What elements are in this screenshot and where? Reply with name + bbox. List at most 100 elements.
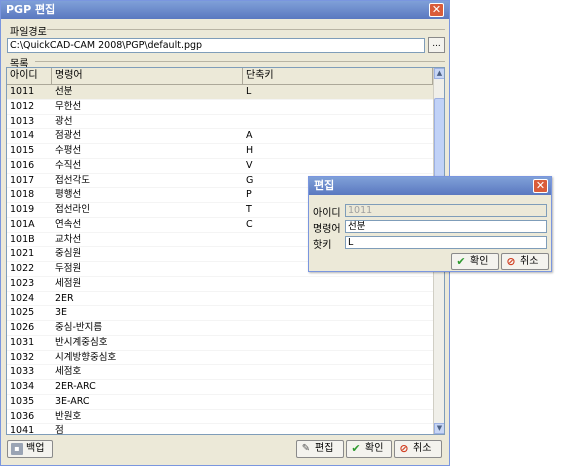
column-header-command[interactable]: 명령어 [52,68,243,85]
path-group-divider [47,29,445,30]
dialog-cancel-label: 취소 [520,255,539,267]
table-row[interactable]: 1035 3E-ARC [7,395,433,410]
id-field: 1011 [345,204,547,217]
cell-id: 1033 [10,366,35,378]
hotkey-field[interactable]: L [345,236,547,249]
cell-id: 1022 [10,263,35,274]
cell-command: 접선라인 [55,204,90,215]
cell-id: 1026 [10,322,35,333]
cell-id: 1031 [10,336,35,348]
dialog-ok-label: 확인 [470,255,489,267]
file-path-field[interactable]: C:\QuickCAD-CAM 2008\PGP\default.pgp [7,38,425,53]
column-header-key[interactable]: 단축키 [243,68,433,85]
table-row[interactable]: 1024 2ER [7,292,433,307]
cell-id: 1023 [10,277,35,289]
cell-command: 2ER-ARC [55,381,96,392]
cell-id: 1024 [10,292,35,304]
cancel-icon: ⊘ [506,254,516,268]
window-title: PGP 편집 [6,3,56,16]
disk-icon: ▪ [11,443,23,455]
cell-key: A [246,130,253,142]
table-row[interactable]: 1026 중심-반지름 [7,321,433,336]
cell-id: 1032 [10,351,35,363]
cell-key: L [246,86,252,97]
list-group-divider [35,61,445,62]
cell-command: 연속선 [55,218,82,230]
cell-id: 1015 [10,145,35,156]
scroll-up-icon[interactable]: ▲ [434,68,444,79]
table-row[interactable]: 1031 반시계중심호 [7,336,433,351]
table-row[interactable]: 1036 반원호 [7,410,433,425]
cell-id: 101B [10,233,35,245]
scroll-down-icon[interactable]: ▼ [434,423,444,434]
check-icon: ✔ [456,254,466,268]
table-row[interactable]: 1015 수평선 H [7,144,433,159]
ok-button[interactable]: ✔ 확인 [346,440,392,458]
cell-command: 접선각도 [55,174,90,186]
browse-button[interactable]: ... [428,37,445,53]
path-group-label: 파일경로 [10,27,47,38]
cell-id: 1013 [10,115,35,127]
cell-id: 1021 [10,248,35,260]
cell-command: 평행선 [55,189,82,201]
table-row[interactable]: 1013 광선 [7,115,433,130]
edit-label: 편집 [315,443,334,454]
ok-label: 확인 [365,443,384,454]
table-row[interactable]: 1014 점광선 A [7,129,433,144]
cell-id: 1035 [10,395,35,407]
cell-id: 1016 [10,159,35,171]
dialog-cancel-button[interactable]: ⊘ 취소 [501,253,549,270]
cell-command: 2ER [55,292,74,304]
cell-command: 시계방향중심호 [55,351,117,363]
table-row[interactable]: 1016 수직선 V [7,159,433,174]
backup-button[interactable]: ▪ 백업 [7,440,53,458]
dialog-close-icon[interactable]: ✕ [533,179,548,193]
check-icon: ✔ [351,442,361,455]
window-title-bar: PGP 편집 [1,1,449,19]
cell-id: 1034 [10,381,35,392]
table-row[interactable]: 1032 시계방향중심호 [7,351,433,366]
dialog-title: 편집 [314,179,335,192]
cell-command: 중심-반지름 [55,322,103,333]
cell-command: 점 [55,425,64,435]
cell-id: 1019 [10,204,35,215]
cell-id: 1025 [10,307,35,319]
cell-command: 두점원 [55,263,82,274]
dialog-title-bar: 편집 [309,177,551,195]
cell-id: 1036 [10,410,35,422]
table-row[interactable]: 1025 3E [7,306,433,321]
cell-command: 세점호 [55,366,82,378]
cancel-label: 취소 [413,443,432,454]
cell-id: 1011 [10,86,35,97]
edit-button[interactable]: ✎ 편집 [296,440,344,458]
cell-key: V [246,159,253,171]
cell-command: 3E [55,307,68,319]
backup-label: 백업 [26,443,45,454]
hotkey-label: 핫키 [313,240,332,251]
cell-key: H [246,145,254,156]
cancel-button[interactable]: ⊘ 취소 [394,440,442,458]
cell-command: 교차선 [55,233,82,245]
cell-command: 점광선 [55,130,82,142]
cell-command: 중심원 [55,248,82,260]
table-row[interactable]: 1033 세점호 [7,365,433,380]
cell-id: 101A [10,218,35,230]
window-close-icon[interactable]: ✕ [429,3,444,17]
dialog-ok-button[interactable]: ✔ 확인 [451,253,499,270]
table-row[interactable]: 1041 점 [7,424,433,435]
table-row[interactable]: 1011 선분 L [7,85,433,100]
cell-command: 세점원 [55,277,82,289]
cell-id: 1012 [10,100,35,112]
cell-id: 1014 [10,130,35,142]
cell-id: 1017 [10,174,35,186]
cancel-icon: ⊘ [399,442,409,455]
command-field[interactable]: 선분 [345,220,547,233]
column-header-id[interactable]: 아이디 [7,68,52,85]
edit-icon: ✎ [301,443,311,454]
table-row[interactable]: 1012 무한선 [7,100,433,115]
cell-id: 1041 [10,425,35,435]
id-label: 아이디 [313,208,341,219]
table-row[interactable]: 1023 세점원 [7,277,433,292]
cell-command: 선분 [55,86,73,97]
table-row[interactable]: 1034 2ER-ARC [7,380,433,395]
